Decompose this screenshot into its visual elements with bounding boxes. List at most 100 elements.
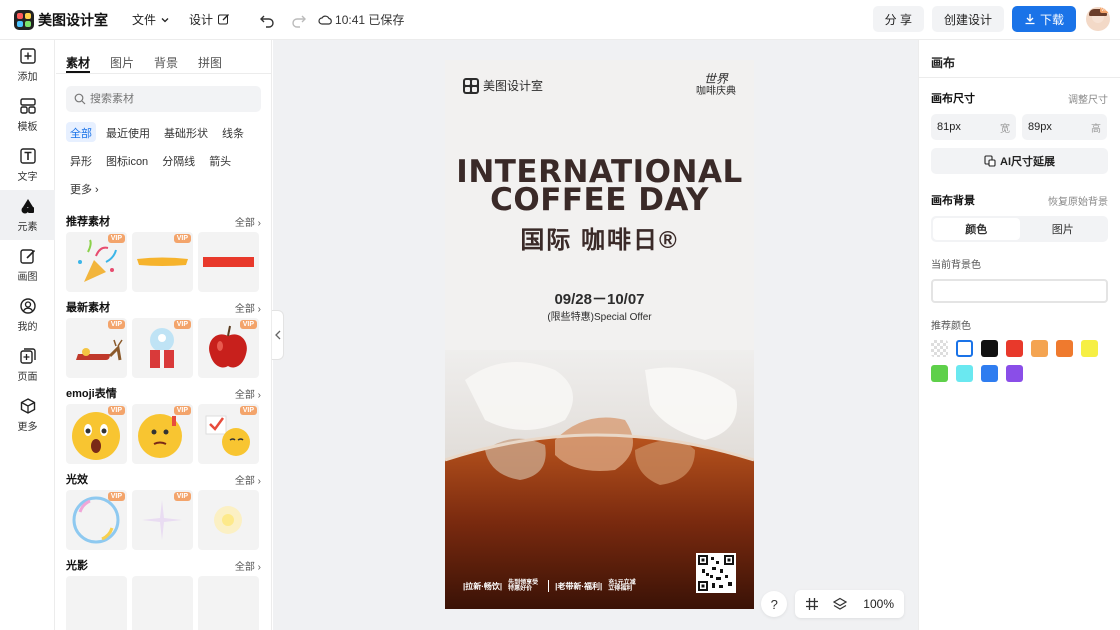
rail-item-mine[interactable]: 我的 [0, 290, 55, 340]
swatch-blue[interactable] [981, 365, 998, 382]
material-thumb[interactable]: VIP [66, 318, 127, 378]
swatch-red[interactable] [1006, 340, 1023, 357]
poster-date[interactable]: 09/28－10/07 [445, 288, 754, 309]
chip-arrows[interactable]: 箭头 [205, 150, 235, 170]
layers-icon[interactable] [833, 597, 848, 611]
chip-icons[interactable]: 图标icon [102, 150, 152, 170]
chip-recent[interactable]: 最近使用 [102, 122, 154, 142]
rail-item-more[interactable]: 更多 [0, 390, 55, 440]
material-thumb[interactable]: VIP [132, 318, 193, 378]
chip-irregular[interactable]: 异形 [66, 150, 96, 170]
chip-all[interactable]: 全部 [66, 122, 96, 142]
resize-link[interactable]: 调整尺寸 [1068, 91, 1108, 106]
chevron-down-icon [161, 17, 169, 22]
current-bg-color[interactable] [931, 279, 1108, 303]
swatch-transparent[interactable] [931, 340, 948, 357]
poster-headline[interactable]: INTERNATIONAL COFFEE DAY [445, 157, 754, 216]
template-icon [19, 98, 36, 114]
swatch-black[interactable] [981, 340, 998, 357]
material-thumb[interactable]: VIP [198, 318, 259, 378]
material-thumb[interactable]: VIP [66, 490, 127, 550]
restore-bg-link[interactable]: 恢复原始背景 [1048, 193, 1108, 208]
tab-images[interactable]: 图片 [110, 54, 134, 73]
download-button[interactable]: 下载 [1011, 6, 1076, 32]
text-icon [19, 148, 36, 164]
material-thumb[interactable] [66, 576, 127, 630]
poster-footer[interactable]: |拉新·畅饮| 先到领享受 特惠好价 |老带新·福利| 充1元立减 立得福利 [463, 580, 648, 593]
width-field[interactable]: 81px 宽 [931, 114, 1016, 140]
material-thumb[interactable] [132, 576, 193, 630]
swatch-yellow[interactable] [1081, 340, 1098, 357]
rail-item-label: 我的 [17, 322, 38, 333]
see-all-link[interactable]: 全部 › [235, 472, 261, 487]
swatch-green[interactable] [931, 365, 948, 382]
material-thumb[interactable]: VIP [198, 404, 259, 464]
bg-type-color[interactable]: 颜色 [933, 218, 1020, 240]
section-light-shadow: 光影 全部 › [56, 554, 271, 576]
canvas-stage[interactable]: 美图设计室 世界 咖啡庆典 INTERNATIONAL COFFEE DAY 国… [273, 40, 918, 630]
rail-item-pages[interactable]: 页面 [0, 340, 55, 390]
ai-resize-button[interactable]: AI尺寸延展 [931, 148, 1108, 174]
rail-item-label: 文字 [17, 172, 38, 183]
swatch-cyan[interactable] [956, 365, 973, 382]
poster-canvas[interactable]: 美图设计室 世界 咖啡庆典 INTERNATIONAL COFFEE DAY 国… [445, 60, 754, 609]
see-all-link[interactable]: 全部 › [235, 386, 261, 401]
poster-badge[interactable]: 世界 咖啡庆典 [696, 72, 736, 98]
rail-item-draw[interactable]: 画图 [0, 240, 55, 290]
poster-brand[interactable]: 美图设计室 [463, 77, 543, 94]
see-all-link[interactable]: 全部 › [235, 300, 261, 315]
material-thumb[interactable] [198, 232, 259, 292]
see-all-link[interactable]: 全部 › [235, 558, 261, 573]
chip-basic-shapes[interactable]: 基础形状 [160, 122, 212, 142]
tab-materials[interactable]: 素材 [66, 54, 91, 73]
material-thumb[interactable]: VIP [132, 490, 193, 550]
current-bg-label: 当前背景色 [931, 260, 981, 271]
height-field[interactable]: 89px 高 [1022, 114, 1107, 140]
tab-backgrounds[interactable]: 背景 [154, 54, 178, 73]
help-button[interactable]: ? [761, 591, 788, 617]
avatar[interactable]: VIP [1086, 7, 1110, 31]
tab-collage[interactable]: 拼图 [198, 54, 222, 73]
material-thumb[interactable]: VIP [132, 404, 193, 464]
poster-subtitle[interactable]: 国际 咖啡日® [445, 220, 754, 255]
material-thumb[interactable] [198, 490, 259, 550]
chip-dividers[interactable]: 分隔线 [158, 150, 199, 170]
bg-type-image[interactable]: 图片 [1020, 218, 1107, 240]
design-menu-label: 设计 [189, 13, 214, 27]
design-menu[interactable]: 设计 [189, 11, 230, 28]
ai-resize-icon [984, 155, 996, 167]
poster-offer[interactable]: (限些特惠)Special Offer [445, 308, 754, 323]
panel-collapse-handle[interactable] [272, 310, 284, 360]
create-design-button[interactable]: 创建设计 [931, 6, 1004, 32]
qr-code-icon[interactable] [696, 553, 736, 593]
rail-item-elements[interactable]: 元素 [0, 190, 55, 240]
grid-icon[interactable] [805, 597, 819, 611]
swatch-white[interactable] [956, 340, 973, 357]
see-all-link[interactable]: 全部 › [235, 214, 261, 229]
material-thumb[interactable] [198, 576, 259, 630]
file-menu[interactable]: 文件 [132, 11, 171, 28]
material-thumb[interactable]: VIP [132, 232, 193, 292]
swatch-orange[interactable] [1056, 340, 1073, 357]
chip-more[interactable]: 更多 › [66, 178, 103, 198]
see-all-label: 全部 [234, 303, 255, 315]
swatch-light-orange[interactable] [1031, 340, 1048, 357]
width-unit: 宽 [1000, 123, 1010, 135]
search-input[interactable] [90, 93, 250, 105]
redo-button[interactable] [290, 11, 308, 29]
zoom-level[interactable]: 100% [863, 597, 894, 611]
material-search[interactable] [66, 86, 261, 112]
material-thumb[interactable]: VIP [66, 404, 127, 464]
undo-button[interactable] [258, 11, 276, 29]
chip-lines[interactable]: 线条 [218, 122, 248, 142]
app-logo[interactable]: 美图设计室 [14, 9, 108, 30]
share-button[interactable]: 分 享 [872, 6, 924, 32]
canvas-size-label: 画布尺寸 [931, 93, 975, 105]
swatch-purple[interactable] [1006, 365, 1023, 382]
rail-item-add[interactable]: 添加 [0, 40, 55, 90]
section-title: 推荐素材 [66, 216, 110, 228]
rail-item-template[interactable]: 模板 [0, 90, 55, 140]
material-thumb[interactable]: VIP [66, 232, 127, 292]
rail-item-text[interactable]: 文字 [0, 140, 55, 190]
shapes-icon [21, 199, 34, 214]
